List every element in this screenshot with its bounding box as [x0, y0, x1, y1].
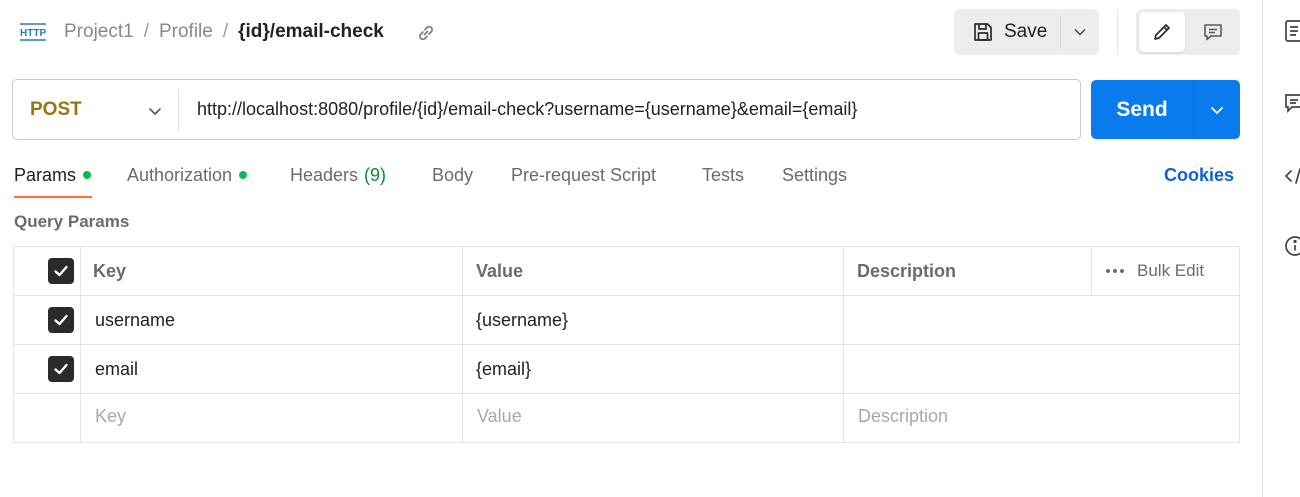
tab-body[interactable]: Body — [432, 163, 473, 187]
save-icon — [972, 21, 994, 43]
tab-label: Tests — [702, 164, 745, 185]
column-divider — [1091, 246, 1092, 295]
param-value-cell[interactable]: {username} — [476, 310, 568, 331]
comments-panel-icon[interactable] — [1284, 92, 1300, 116]
send-button-group: Send — [1091, 80, 1240, 139]
active-indicator-dot — [83, 171, 92, 179]
tab-headers[interactable]: Headers (9) — [290, 163, 386, 187]
column-divider — [80, 246, 81, 443]
tab-label: Pre-request Script — [511, 164, 657, 185]
param-key-cell[interactable]: username — [95, 310, 175, 331]
breadcrumb: Project1 / Profile / {id}/email-check — [64, 20, 384, 44]
active-tab-underline — [14, 196, 92, 198]
column-divider — [462, 246, 463, 443]
param-value-cell[interactable]: {email} — [476, 359, 531, 380]
tab-label: Settings — [782, 164, 848, 185]
column-divider — [843, 246, 844, 443]
active-indicator-dot — [239, 171, 248, 179]
checkmark-icon — [54, 314, 68, 326]
new-value-input[interactable]: Value — [477, 406, 522, 427]
breadcrumb-project[interactable]: Project1 — [64, 21, 134, 43]
tab-pre-request-script[interactable]: Pre-request Script — [511, 163, 656, 187]
send-options-button[interactable] — [1194, 80, 1240, 139]
divider — [1117, 10, 1118, 54]
tab-label: Body — [432, 164, 474, 185]
row-checkbox[interactable] — [48, 356, 74, 382]
documentation-icon[interactable] — [1284, 19, 1300, 43]
view-mode-toggle — [1136, 9, 1240, 55]
tab-params[interactable]: Params — [14, 163, 92, 187]
param-key-cell[interactable]: email — [95, 359, 138, 380]
breadcrumb-separator: / — [143, 21, 149, 42]
svg-text:HTTP: HTTP — [20, 28, 46, 39]
row-divider — [13, 393, 1240, 394]
bulk-edit-area: Bulk Edit — [1105, 260, 1204, 282]
comment-icon — [1202, 21, 1224, 43]
save-button-group: Save — [954, 9, 1099, 55]
info-icon[interactable] — [1284, 234, 1300, 258]
select-all-checkbox[interactable] — [48, 258, 74, 284]
table-border — [13, 442, 1240, 443]
code-icon[interactable] — [1284, 164, 1300, 188]
chevron-down-icon — [1208, 101, 1226, 119]
divider — [178, 89, 179, 130]
chevron-down-icon[interactable] — [146, 102, 164, 120]
tab-authorization[interactable]: Authorization — [127, 163, 248, 187]
checkmark-icon — [54, 265, 68, 277]
edit-mode-button[interactable] — [1139, 12, 1185, 52]
row-checkbox[interactable] — [48, 307, 74, 333]
tab-settings[interactable]: Settings — [782, 163, 847, 187]
save-label: Save — [1004, 21, 1048, 42]
chevron-down-icon — [1072, 24, 1088, 40]
send-button[interactable]: Send — [1091, 80, 1193, 139]
new-description-input[interactable]: Description — [858, 406, 948, 427]
column-header-value: Value — [476, 261, 524, 281]
breadcrumb-folder[interactable]: Profile — [159, 21, 213, 43]
tab-label: Authorization — [127, 164, 233, 185]
request-name[interactable]: {id}/email-check — [238, 21, 384, 43]
save-options-button[interactable] — [1061, 9, 1099, 55]
query-params-title: Query Params — [14, 212, 130, 231]
tab-tests[interactable]: Tests — [702, 163, 744, 187]
headers-count: (9) — [364, 164, 387, 185]
http-icon: HTTP — [18, 18, 48, 46]
link-icon[interactable] — [415, 22, 437, 44]
url-input[interactable]: http://localhost:8080/profile/{id}/email… — [197, 80, 1067, 139]
checkmark-icon — [54, 363, 68, 375]
comments-button[interactable] — [1190, 12, 1236, 52]
row-divider — [13, 295, 1240, 296]
row-divider — [13, 344, 1240, 345]
request-url-bar: POST http://localhost:8080/profile/{id}/… — [12, 79, 1081, 140]
tab-label: Headers — [290, 164, 359, 185]
save-button[interactable]: Save — [954, 9, 1060, 55]
table-border — [13, 246, 1240, 247]
pencil-icon — [1151, 21, 1173, 43]
method-label: POST — [30, 98, 82, 120]
bulk-edit-button[interactable]: Bulk Edit — [1137, 261, 1204, 281]
cookies-link[interactable]: Cookies — [1164, 163, 1234, 187]
breadcrumb-separator: / — [222, 21, 229, 42]
right-sidebar-border — [1262, 0, 1263, 497]
new-key-input[interactable]: Key — [95, 406, 126, 427]
column-header-key: Key — [93, 261, 127, 281]
tab-label: Params — [14, 164, 77, 185]
column-header-description: Description — [857, 261, 957, 281]
more-options-icon[interactable] — [1105, 268, 1125, 274]
